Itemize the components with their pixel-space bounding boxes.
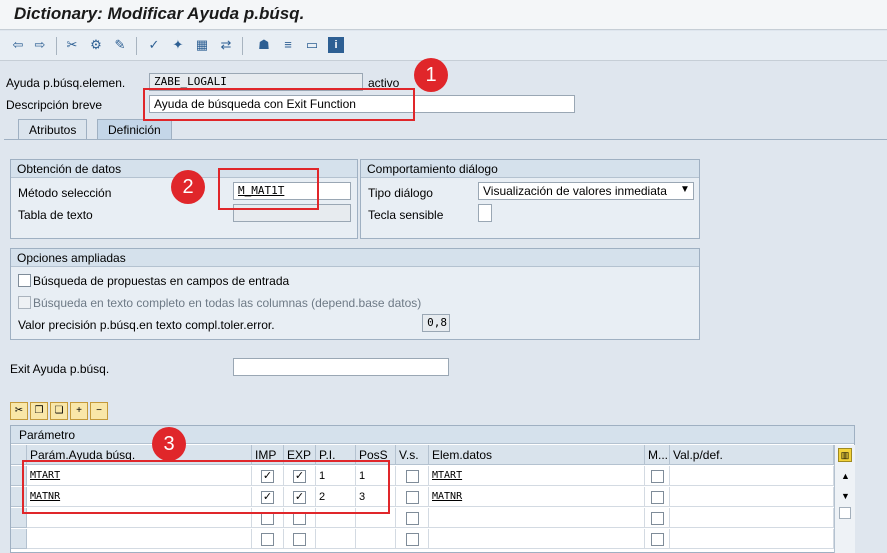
table-checkbox-sdis[interactable]	[405, 491, 419, 504]
activate-icon[interactable]: ✦	[170, 37, 186, 53]
table-cell-sdis[interactable]	[396, 529, 429, 549]
table-checkbox-exp[interactable]	[293, 533, 306, 546]
fulltext-search-checkbox	[18, 296, 31, 309]
highlight-box-description	[143, 88, 415, 121]
table-cell-param[interactable]	[27, 529, 252, 549]
other-object-icon[interactable]: ⚙	[88, 37, 104, 53]
table-checkbox-mod[interactable]	[650, 491, 664, 504]
table-checkbox-sdis[interactable]	[405, 512, 419, 525]
table-cell-rollname[interactable]: MATNR	[429, 487, 645, 507]
exit-input[interactable]	[233, 358, 449, 376]
dialog-type-label: Tipo diálogo	[368, 186, 433, 200]
proposal-search-checkbox[interactable]	[18, 274, 31, 287]
vertical-scrollbar[interactable]: ▥ ▲ ▼	[834, 445, 855, 553]
table-cell-mod[interactable]	[645, 466, 670, 486]
column-header[interactable]: M...	[645, 445, 670, 465]
highlight-box-method	[218, 168, 319, 210]
annotation-badge-1: 1	[414, 58, 448, 92]
back-arrow-icon[interactable]: ⇦	[10, 37, 26, 53]
table-cell-lpos[interactable]	[316, 529, 356, 549]
table-cell-mod[interactable]	[645, 529, 670, 549]
paste-icon[interactable]: ❏	[50, 402, 68, 420]
table-cell-sdis[interactable]	[396, 466, 429, 486]
insert-row-icon[interactable]: +	[70, 402, 88, 420]
column-header[interactable]: Val.p/def.	[670, 445, 834, 465]
table-cell-mod[interactable]	[645, 487, 670, 507]
table-cell-default[interactable]	[670, 508, 834, 528]
check-icon[interactable]: ✓	[146, 37, 162, 53]
table-cell-rollname[interactable]	[429, 508, 645, 528]
chevron-down-icon[interactable]: ▼	[680, 184, 690, 195]
table-cell-rollname[interactable]	[429, 529, 645, 549]
text-table-label: Tabla de texto	[18, 208, 93, 222]
table-checkbox-mod[interactable]	[650, 470, 664, 483]
annotation-badge-2: 2	[171, 170, 205, 204]
scroll-up-icon[interactable]: ▲	[841, 471, 850, 481]
table-cell-default[interactable]	[670, 487, 834, 507]
tab-attributes[interactable]: Atributos	[18, 119, 88, 139]
copy-icon[interactable]: ❐	[30, 402, 48, 420]
hierarchy-icon[interactable]: ☗	[256, 37, 272, 53]
highlight-box-parameters	[22, 460, 390, 514]
window-title: Dictionary: Modificar Ayuda p.búsq.	[14, 4, 305, 23]
row-selector[interactable]	[11, 529, 27, 549]
table-checkbox-mod[interactable]	[650, 512, 664, 525]
tab-definition[interactable]: Definición	[97, 119, 172, 139]
tab-strip-line	[4, 139, 887, 140]
test-icon[interactable]: ▦	[194, 37, 210, 53]
column-header[interactable]: Elem.datos	[429, 445, 645, 465]
scroll-down-icon[interactable]: ▼	[841, 491, 850, 501]
toolbar-separator	[56, 37, 57, 55]
table-checkbox-mod[interactable]	[650, 533, 664, 546]
annotation-badge-3: 3	[152, 427, 186, 461]
table-cell-default[interactable]	[670, 466, 834, 486]
table-cell-spos[interactable]	[356, 529, 396, 549]
helpname-label: Ayuda p.búsq.elemen.	[6, 76, 126, 90]
forward-arrow-icon[interactable]: ⇨	[32, 37, 48, 53]
table-cell-rollname[interactable]: MTART	[429, 466, 645, 486]
table-cell-sdis[interactable]	[396, 487, 429, 507]
hotkey-input[interactable]	[478, 204, 492, 222]
table-cell-imp[interactable]	[252, 529, 284, 549]
scroll-thumb[interactable]	[839, 507, 851, 519]
toolbar-separator	[136, 37, 137, 55]
fulltext-search-label: Búsqueda en texto completo en todas las …	[33, 296, 422, 310]
parameter-table-title: Parámetro	[11, 426, 854, 444]
accuracy-label: Valor precisión p.búsq.en texto compl.to…	[18, 318, 275, 332]
accuracy-field: 0,8	[422, 314, 450, 332]
object-list-icon[interactable]: ≡	[280, 37, 296, 53]
cut-icon[interactable]: ✂	[10, 402, 28, 420]
dialog-behaviour-title: Comportamiento diálogo	[361, 160, 699, 178]
layout-icon[interactable]: ▭	[304, 37, 320, 53]
table-cell-exp[interactable]	[284, 529, 316, 549]
table-checkbox-sdis[interactable]	[405, 533, 419, 546]
table-toolbar: ✂ ❐ ❏ + −	[10, 402, 114, 422]
table-cell-sdis[interactable]	[396, 508, 429, 528]
proposal-search-label: Búsqueda de propuestas en campos de entr…	[33, 274, 290, 288]
display-change-icon[interactable]: ✎	[112, 37, 128, 53]
tools-icon[interactable]: ✂	[64, 37, 80, 53]
table-checkbox-sdis[interactable]	[405, 470, 419, 483]
where-used-icon[interactable]: ⇄	[218, 37, 234, 53]
dialog-type-value: Visualización de valores inmediata	[483, 184, 667, 198]
table-cell-default[interactable]	[670, 529, 834, 549]
application-toolbar: ⇦ ⇨ ✂ ⚙ ✎ ✓ ✦ ▦ ⇄ ☗ ≡ ▭ i	[0, 31, 887, 61]
table-checkbox-imp[interactable]	[261, 533, 274, 546]
enhanced-options-title: Opciones ampliadas	[11, 249, 699, 267]
table-cell-mod[interactable]	[645, 508, 670, 528]
toolbar-separator	[242, 37, 243, 55]
hotkey-label: Tecla sensible	[368, 208, 444, 222]
description-label: Descripción breve	[6, 98, 103, 112]
selection-method-label: Método selección	[18, 186, 112, 200]
exit-label: Exit Ayuda p.búsq.	[10, 362, 110, 376]
delete-row-icon[interactable]: −	[90, 402, 108, 420]
info-icon[interactable]: i	[328, 37, 344, 53]
column-header[interactable]: V.s.	[396, 445, 429, 465]
dialog-type-select[interactable]: Visualización de valores inmediata	[478, 182, 694, 200]
column-config-icon[interactable]: ▥	[838, 448, 852, 462]
